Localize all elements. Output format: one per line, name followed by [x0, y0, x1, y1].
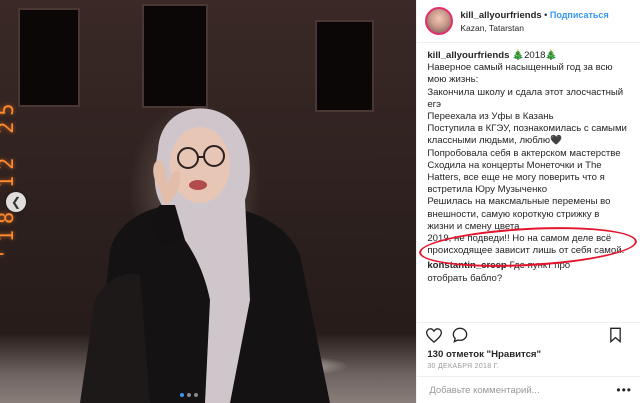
follow-button[interactable]: Подписаться	[550, 10, 609, 20]
action-bar	[417, 322, 640, 347]
previous-photo-button[interactable]: ❮	[6, 192, 26, 212]
likes-count[interactable]: 130 отметок "Нравится"	[417, 347, 640, 360]
caption-line: мою жизнь:	[427, 74, 479, 86]
caption-line: внешности, самую короткую стрижку в	[427, 208, 600, 220]
more-options-button[interactable]: •••	[616, 383, 632, 397]
caption-line: Сходила на концерты Монеточки и The	[427, 159, 602, 171]
post-side-panel: kill_allyourfriends • Подписаться Kazan,…	[416, 0, 640, 403]
comment-input[interactable]	[427, 383, 617, 397]
carousel-dot-active	[180, 393, 184, 397]
heart-icon[interactable]	[425, 326, 443, 344]
comment-icon[interactable]	[451, 326, 469, 344]
circled-caption: 2019, не подведи!! Но на самом деле всё …	[418, 222, 639, 272]
post-photo[interactable]: '18 12 25 ❮	[0, 0, 417, 403]
post-date: 30 ДЕКАБРЯ 2018 Г.	[427, 363, 500, 370]
date-stamp: '18 12 25	[0, 97, 18, 260]
caption-line: Hatters, все еще не могу поверить что я	[427, 172, 605, 184]
caption: kill_allyourfriends 🎄2018🎄 Наверное самы…	[417, 43, 640, 322]
caption-line: Поступила в КГЭУ, познакомилась с самыми	[427, 123, 627, 135]
caption-line: Решилась на максмальные перемены во	[427, 196, 611, 208]
caption-line: Попробовала себя в актерском мастерстве	[427, 147, 621, 159]
chevron-left-icon: ❮	[10, 195, 22, 209]
caption-line: классными людьми, люблю🖤	[427, 135, 563, 147]
caption-line: Наверное самый насыщенный год за всю	[427, 62, 613, 74]
bookmark-icon[interactable]	[606, 326, 624, 344]
caption-title: kill_allyourfriends 🎄2018🎄	[427, 50, 632, 62]
avatar[interactable]	[425, 7, 454, 35]
caption-line: встретила Юру Музыченко	[427, 184, 548, 196]
post-header: kill_allyourfriends • Подписаться Kazan,…	[417, 0, 640, 43]
header-separator: •	[544, 9, 548, 20]
header-info: kill_allyourfriends • Подписаться Kazan,…	[460, 9, 608, 34]
caption-title-suffix: 🎄2018🎄	[512, 50, 558, 61]
caption-line: Закончила школу и сдала этот злосчастный	[427, 86, 624, 98]
caption-line: егэ	[427, 98, 442, 110]
caption-line: Переехала из Уфы в Казань	[427, 111, 554, 123]
header-username[interactable]: kill_allyourfriends	[460, 10, 541, 21]
person-figure	[80, 108, 330, 403]
caption-username[interactable]: kill_allyourfriends	[427, 50, 509, 61]
instagram-post: '18 12 25 ❮ kill_allyourfriends • Подпис…	[0, 0, 640, 403]
comment-text: отобрать бабло?	[427, 272, 503, 284]
carousel-dot	[194, 393, 198, 397]
location-link[interactable]: Kazan, Tatarstan	[460, 22, 608, 34]
add-comment-bar: •••	[417, 376, 640, 403]
carousel-dot	[187, 393, 191, 397]
carousel-dots	[180, 393, 198, 397]
